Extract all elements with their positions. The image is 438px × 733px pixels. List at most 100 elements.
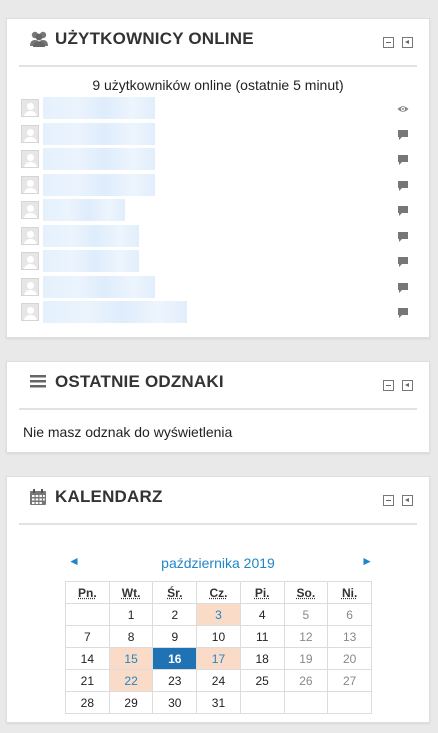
calendar-day: 20 [327,647,372,670]
dock-block-icon[interactable] [402,37,413,48]
message-icon[interactable] [397,255,409,267]
online-user-row [21,250,409,276]
online-user-list [21,97,409,327]
calendar-day: 4 [239,603,285,626]
user-name-link[interactable] [43,301,187,323]
calendar-day: 5 [283,603,329,626]
calendar-day: 14 [65,647,110,670]
calendar-day: 28 [65,691,110,714]
calendar-day[interactable]: 22 [108,669,154,692]
calendar-day[interactable]: 15 [108,647,154,670]
calendar-day: 6 [327,603,372,626]
calendar-day: 31 [196,691,241,714]
weekday-label: Cz. [209,585,228,600]
calendar-icon [29,488,49,506]
weekday-header: Ni. [327,581,372,604]
calendar-navigation: ◄ października 2019 ► [65,553,373,573]
online-users-title: UŻYTKOWNICY ONLINE [55,29,254,48]
online-users-header: UŻYTKOWNICY ONLINE [19,19,417,67]
message-icon[interactable] [397,281,409,293]
collapse-block-icon[interactable] [383,495,394,506]
calendar-day: 23 [152,669,198,692]
user-avatar[interactable] [21,226,39,245]
user-avatar[interactable] [21,99,39,117]
calendar-day: 25 [239,669,285,692]
online-user-row [21,173,409,200]
next-month-link[interactable]: ► [361,554,373,568]
user-avatar[interactable] [21,277,39,296]
collapse-block-icon[interactable] [383,37,394,48]
calendar-table: Pn. Wt. Śr. Cz. Pi. So. Ni. 1 2 3 4 5 6 7 8 9 10 11 12 13 1… [65,581,372,714]
user-name-link[interactable] [43,122,155,145]
online-user-row [21,301,409,327]
message-icon[interactable] [397,306,409,318]
weekday-label: Ni. [341,585,358,600]
weekday-header: Cz. [196,581,241,604]
message-icon[interactable] [397,128,409,140]
calendar-day: 12 [283,625,329,648]
user-name-link[interactable] [43,173,155,196]
user-name-link[interactable] [43,97,155,119]
user-avatar[interactable] [21,201,39,219]
calendar-day: 11 [239,625,285,648]
calendar-week-row: 14 15 16 17 18 19 20 [65,647,372,670]
weekday-label: So. [296,585,316,600]
users-icon [29,30,49,48]
dock-block-icon[interactable] [402,495,413,506]
user-name-link[interactable] [43,275,155,298]
calendar-day: 30 [152,691,198,714]
calendar-day: 27 [327,669,372,692]
user-name-link[interactable] [43,199,125,221]
current-month-link[interactable]: października 2019 [65,553,371,573]
weekday-header: Wt. [108,581,154,604]
weekday-header: Śr. [152,581,198,604]
calendar-day: 18 [239,647,285,670]
user-name-link[interactable] [43,250,139,272]
weekday-label: Pn. [78,585,97,600]
online-users-block: UŻYTKOWNICY ONLINE 9 użytkowników online… [6,18,430,338]
calendar-day[interactable]: 3 [196,603,241,626]
no-badges-message: Nie masz odznak do wyświetlenia [23,424,233,440]
calendar-week-row: 123456 [65,603,372,626]
calendar-day: 13 [327,625,372,648]
online-user-row [21,224,409,251]
user-avatar[interactable] [21,175,39,194]
online-user-row [21,97,409,123]
message-icon[interactable] [397,179,409,191]
user-name-link[interactable] [43,148,155,170]
message-icon[interactable] [397,153,409,165]
message-icon[interactable] [397,204,409,216]
calendar-day: 19 [283,647,329,670]
calendar-empty-cell [239,691,285,714]
eye-icon[interactable] [397,102,409,114]
online-user-row [21,275,409,302]
user-avatar[interactable] [21,252,39,270]
user-avatar[interactable] [21,303,39,321]
calendar-day: 9 [152,625,198,648]
previous-month-link[interactable]: ◄ [68,554,80,568]
calendar-day: 29 [108,691,154,714]
calendar-empty-cell [65,603,110,626]
calendar-week-row: 21 22 23 24 25 26 27 [65,669,372,692]
calendar-day: 10 [196,625,241,648]
calendar-day: 2 [152,603,198,626]
weekday-header: So. [283,581,329,604]
online-user-row [21,122,409,149]
weekday-label: Śr. [167,585,183,600]
user-name-link[interactable] [43,224,139,247]
latest-badges-title: OSTATNIE ODZNAKI [55,372,224,391]
collapse-block-icon[interactable] [383,380,394,391]
calendar-empty-cell [283,691,329,714]
online-summary: 9 użytkowników online (ostatnie 5 minut) [92,77,344,93]
weekday-header: Pi. [239,581,285,604]
user-avatar[interactable] [21,150,39,168]
calendar-day[interactable]: 17 [196,647,241,670]
calendar-day: 26 [283,669,329,692]
list-icon [29,373,49,391]
calendar-day: 24 [196,669,241,692]
user-avatar[interactable] [21,124,39,143]
dock-block-icon[interactable] [402,380,413,391]
message-icon[interactable] [397,230,409,242]
latest-badges-block: OSTATNIE ODZNAKI Nie masz odznak do wyśw… [6,361,430,453]
calendar-day-today: 16 [152,647,198,670]
